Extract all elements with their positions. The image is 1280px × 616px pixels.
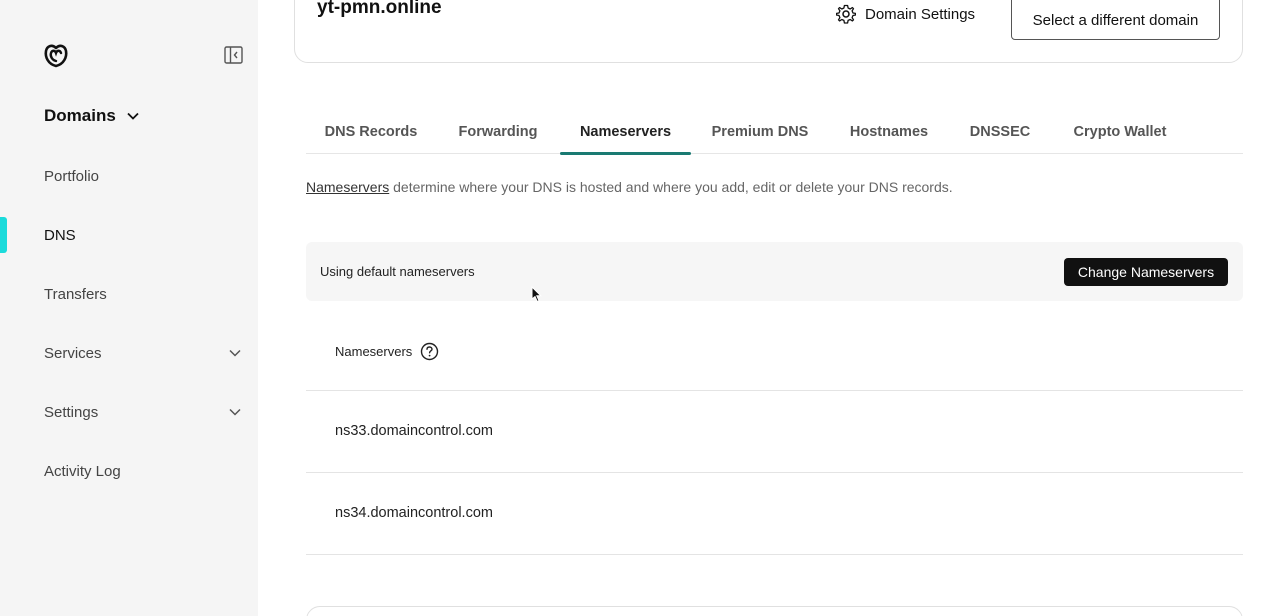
change-nameservers-button[interactable]: Change Nameservers [1064, 258, 1228, 286]
nameservers-column-header: Nameservers [335, 342, 439, 361]
sidebar-item-label: Services [44, 344, 102, 362]
domain-settings-link[interactable]: Domain Settings [836, 3, 975, 25]
question-circle-icon[interactable] [420, 342, 439, 361]
domains-heading-label: Domains [44, 106, 116, 125]
sidebar: Domains Portfolio DNS Transfers Services… [0, 0, 258, 616]
select-different-domain-button[interactable]: Select a different domain [1011, 0, 1220, 40]
nameservers-table-header: Nameservers [306, 312, 1243, 391]
nameservers-header-label: Nameservers [335, 344, 413, 359]
tab-crypto-wallet[interactable]: Crypto Wallet [1068, 112, 1172, 154]
sidebar-item-settings[interactable]: Settings [0, 394, 258, 430]
tab-dnssec[interactable]: DNSSEC [966, 112, 1034, 154]
chevron-down-icon [229, 408, 241, 416]
tab-forwarding[interactable]: Forwarding [448, 112, 548, 154]
sidebar-item-services[interactable]: Services [0, 335, 258, 371]
mouse-cursor-icon [531, 286, 542, 303]
default-nameservers-bar: Using default nameservers Change Nameser… [306, 242, 1243, 301]
domains-menu-heading[interactable]: Domains [44, 104, 140, 128]
tab-nameservers[interactable]: Nameservers [560, 112, 691, 155]
nameservers-help-link[interactable]: Nameservers [306, 179, 389, 195]
collapse-sidebar-icon[interactable] [224, 46, 243, 64]
sidebar-item-label: DNS [44, 226, 76, 244]
chevron-down-icon [229, 349, 241, 357]
sidebar-item-transfers[interactable]: Transfers [0, 276, 258, 312]
tab-hostnames[interactable]: Hostnames [844, 112, 934, 154]
sidebar-item-activity-log[interactable]: Activity Log [0, 453, 258, 489]
description-text: determine where your DNS is hosted and w… [389, 179, 953, 195]
tab-premium-dns[interactable]: Premium DNS [706, 112, 814, 154]
table-row: ns34.domaincontrol.com [306, 473, 1243, 555]
next-section-card [306, 606, 1243, 616]
godaddy-logo-icon[interactable] [43, 42, 69, 68]
nameserver-value: ns34.domaincontrol.com [335, 505, 493, 521]
dns-tabs: DNS Records Forwarding Nameservers Premi… [306, 112, 1243, 155]
domain-settings-label: Domain Settings [865, 5, 976, 23]
sidebar-item-label: Activity Log [44, 462, 121, 480]
sidebar-item-label: Transfers [44, 285, 107, 303]
gear-icon [836, 4, 856, 24]
sidebar-item-portfolio[interactable]: Portfolio [0, 158, 258, 194]
tab-dns-records[interactable]: DNS Records [314, 112, 428, 154]
active-indicator [0, 217, 7, 253]
chevron-down-icon [127, 112, 139, 120]
nameserver-value: ns33.domaincontrol.com [335, 423, 493, 439]
sidebar-item-label: Portfolio [44, 167, 100, 185]
default-nameservers-label: Using default nameservers [320, 264, 475, 279]
nameservers-description: Nameservers determine where your DNS is … [306, 179, 953, 195]
domain-title: yt-pmn.online [317, 0, 442, 18]
sidebar-item-label: Settings [44, 403, 99, 421]
sidebar-item-dns[interactable]: DNS [0, 217, 258, 253]
table-row: ns33.domaincontrol.com [306, 391, 1243, 473]
